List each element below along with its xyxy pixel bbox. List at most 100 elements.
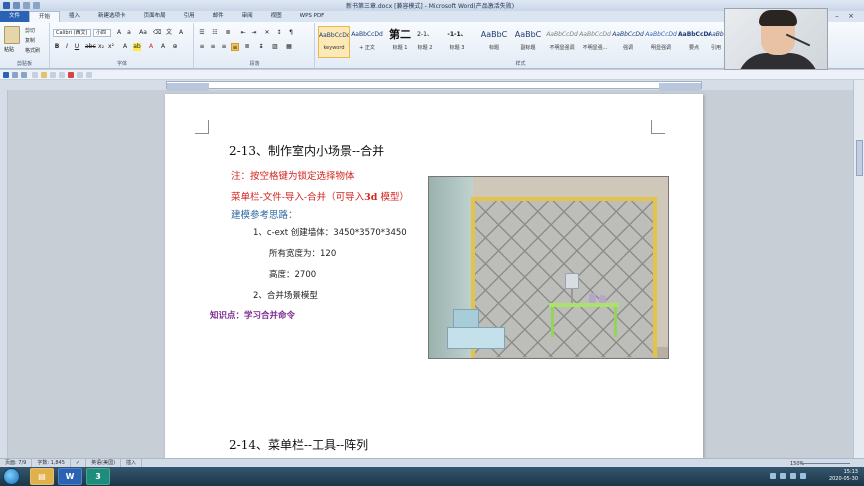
heading-2-13[interactable]: 2-13、制作室内小场景--合并	[229, 142, 384, 159]
width-line[interactable]: 所有宽度为：120	[269, 247, 336, 259]
open-icon[interactable]	[41, 72, 47, 78]
numbering-icon[interactable]: ☷	[211, 29, 219, 37]
change-case-icon[interactable]: Aa	[139, 29, 147, 37]
print-icon[interactable]	[50, 72, 56, 78]
distributed-icon[interactable]: ≣	[243, 43, 251, 51]
modeling-thoughts[interactable]: 建模参考思路：	[231, 207, 298, 221]
align-left-icon[interactable]: ≡	[198, 43, 206, 51]
app3-taskbar-button[interactable]: 3	[86, 468, 110, 485]
tab-mailings[interactable]: 邮件	[204, 11, 233, 22]
knowledge-point[interactable]: 知识点：学习合并命令	[210, 309, 295, 321]
enclose-char-icon[interactable]: ⊕	[171, 43, 179, 51]
network-icon[interactable]	[770, 473, 776, 479]
italic-icon[interactable]: I	[63, 43, 71, 51]
strikethrough-icon[interactable]: abc	[85, 43, 96, 51]
cut-button[interactable]: 剪切	[25, 27, 35, 34]
style-heading1[interactable]: 第二 标题 1	[384, 26, 416, 58]
justify-icon[interactable]: ≡	[231, 43, 239, 51]
highlight-icon[interactable]: ab	[133, 43, 141, 51]
minimize-icon[interactable]: –	[830, 11, 844, 21]
font-color-icon[interactable]: A	[147, 43, 155, 51]
customize-icon[interactable]	[86, 72, 92, 78]
room-render-image[interactable]	[428, 176, 669, 359]
style-quote[interactable]: AaBbCc 引用	[708, 26, 724, 58]
tab-page-layout[interactable]: 页面布局	[135, 11, 175, 22]
input-method-icon[interactable]	[790, 473, 796, 479]
font-size-select[interactable]: 小四	[93, 29, 111, 37]
spell-icon[interactable]	[77, 72, 83, 78]
format-painter-button[interactable]: 格式刷	[25, 47, 40, 54]
tab-wps-pdf[interactable]: WPS PDF	[291, 11, 334, 22]
preview-icon[interactable]	[59, 72, 65, 78]
style-keyword[interactable]: AaBbCcDd keyword	[318, 26, 350, 58]
show-marks-icon[interactable]: ¶	[287, 29, 295, 37]
superscript-icon[interactable]: x²	[107, 43, 115, 51]
menu-path-line[interactable]: 菜单栏-文件-导入-合并（可导入3d 模型）	[231, 189, 409, 203]
flag-icon[interactable]	[800, 473, 806, 479]
step-1[interactable]: 1、c-ext 创建墙体：3450*3570*3450	[253, 226, 407, 238]
tab-insert[interactable]: 插入	[60, 11, 89, 22]
style-heading3[interactable]: -1-1、 标题 3	[440, 26, 474, 58]
zoom-slider[interactable]	[800, 463, 850, 464]
shading-icon[interactable]: ▨	[271, 43, 279, 51]
style-strong[interactable]: AaBbCcDd 要点	[678, 26, 710, 58]
undo-icon[interactable]	[12, 72, 18, 78]
line-spacing-icon[interactable]: ↨	[257, 43, 265, 51]
page-count[interactable]: 页面: 7/9	[0, 459, 33, 467]
clear-format-icon[interactable]: ⌫	[153, 29, 161, 37]
shrink-font-icon[interactable]: a	[125, 29, 133, 37]
style-intense-emphasis[interactable]: AaBbCcDd 明显强调	[645, 26, 677, 58]
start-button[interactable]	[3, 468, 20, 485]
char-border-icon[interactable]: A	[177, 29, 185, 37]
tab-view[interactable]: 视图	[262, 11, 291, 22]
pdf-icon[interactable]	[68, 72, 74, 78]
grow-font-icon[interactable]: A	[115, 29, 123, 37]
tab-review[interactable]: 审阅	[233, 11, 262, 22]
style-normal[interactable]: AaBbCcDd + 正文	[351, 26, 383, 58]
style-subtle-emphasis-2[interactable]: AaBbCcDd 不明显强...	[579, 26, 611, 58]
tab-references[interactable]: 引用	[175, 11, 204, 22]
close-icon[interactable]: ×	[844, 11, 858, 21]
step-2[interactable]: 2、合并场景模型	[253, 289, 318, 301]
tab-new[interactable]: 新建选项卡	[89, 11, 135, 22]
font-name-select[interactable]: Calibri (西文)	[53, 29, 91, 37]
clock[interactable]: 15:13 2020-05-30	[829, 469, 858, 483]
increase-indent-icon[interactable]: ⇥	[250, 29, 258, 37]
redo-icon[interactable]	[33, 2, 40, 9]
save-icon[interactable]	[13, 2, 20, 9]
heading-2-14[interactable]: 2-14、菜单栏--工具--阵列	[229, 436, 368, 453]
bullets-icon[interactable]: ☰	[198, 29, 206, 37]
proofing-icon[interactable]: ✓	[71, 459, 87, 467]
style-subtitle[interactable]: AaBbC 副标题	[512, 26, 544, 58]
decrease-indent-icon[interactable]: ⇤	[239, 29, 247, 37]
note-line[interactable]: 注：按空格键为锁定选择物体	[231, 168, 355, 182]
language[interactable]: 英语(美国)	[86, 459, 122, 467]
paste-icon[interactable]	[4, 26, 20, 44]
tab-file[interactable]: 文件	[0, 11, 30, 22]
insert-mode[interactable]: 插入	[121, 459, 143, 467]
chinese-layout-icon[interactable]: ✕	[263, 29, 271, 37]
underline-icon[interactable]: U	[73, 43, 81, 51]
style-heading2[interactable]: 2-1、 标题 2	[413, 26, 437, 58]
copy-button[interactable]: 复制	[25, 37, 35, 44]
scrollbar-thumb[interactable]	[856, 140, 863, 176]
paste-button[interactable]: 粘贴	[4, 46, 14, 53]
word-count[interactable]: 字数: 1,845	[32, 459, 71, 467]
align-center-icon[interactable]: ≡	[209, 43, 217, 51]
horizontal-ruler[interactable]	[0, 80, 864, 91]
align-right-icon[interactable]: ≡	[220, 43, 228, 51]
explorer-button[interactable]: ▤	[30, 468, 54, 485]
document-page[interactable]: 2-13、制作室内小场景--合并 注：按空格键为锁定选择物体 菜单栏-文件-导入…	[165, 94, 703, 458]
height-line[interactable]: 高度：2700	[269, 268, 316, 280]
sort-icon[interactable]: ↕	[275, 29, 283, 37]
subscript-icon[interactable]: x₂	[97, 43, 105, 51]
save-icon[interactable]	[3, 72, 9, 78]
char-shading-icon[interactable]: A	[159, 43, 167, 51]
vertical-ruler[interactable]	[0, 90, 8, 458]
vertical-scrollbar[interactable]	[853, 80, 864, 458]
style-subtle-emphasis[interactable]: AaBbCcDd 不明显强调	[546, 26, 578, 58]
text-effects-icon[interactable]: A	[121, 43, 129, 51]
borders-icon[interactable]: ▦	[285, 43, 293, 51]
bold-icon[interactable]: B	[53, 43, 61, 51]
phonetic-icon[interactable]: 文	[165, 29, 173, 37]
